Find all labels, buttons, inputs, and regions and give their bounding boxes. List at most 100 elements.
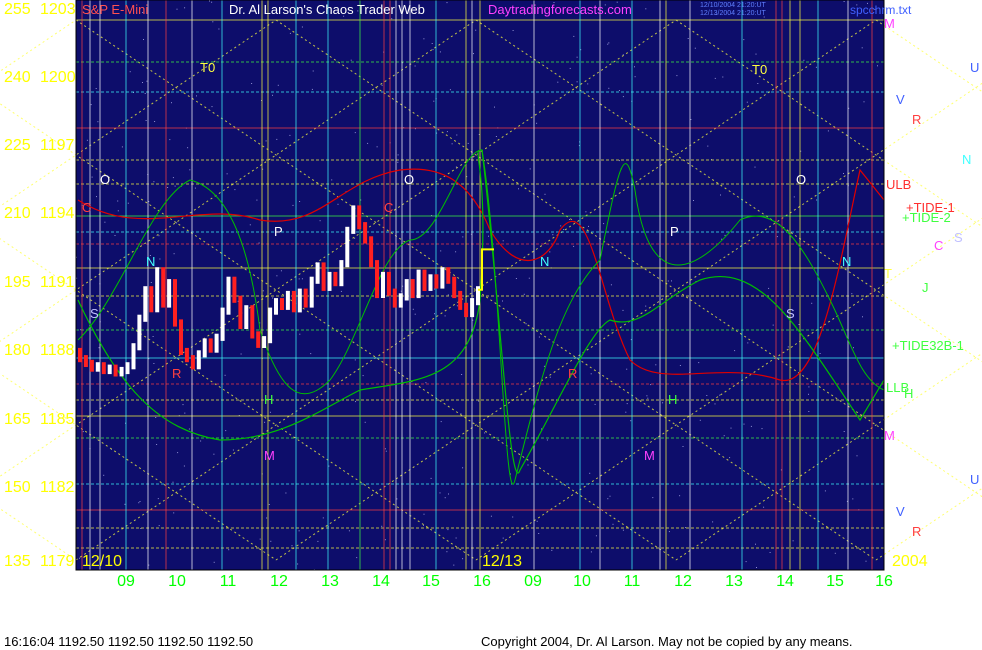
price-bar xyxy=(458,290,463,310)
price-bar xyxy=(297,288,302,313)
star-dot xyxy=(276,275,278,277)
star-dot xyxy=(262,290,264,292)
price-bar xyxy=(161,267,166,308)
y-tick-left: 135 xyxy=(4,553,31,570)
price-bar xyxy=(280,298,284,310)
star-dot xyxy=(573,35,575,37)
stamp-line2: 12/13/2004 21:20:UT xyxy=(700,10,766,17)
star-dot xyxy=(423,513,425,515)
star-dot xyxy=(714,77,716,79)
y-tick-price: 1185 xyxy=(40,411,75,428)
star-dot xyxy=(549,376,551,378)
star-dot xyxy=(169,139,171,141)
star-dot xyxy=(573,245,575,247)
star-dot xyxy=(523,293,525,295)
star-dot xyxy=(707,145,709,147)
star-dot xyxy=(272,94,273,96)
star-dot xyxy=(114,235,116,236)
star-dot xyxy=(811,302,813,304)
star-dot xyxy=(266,517,268,519)
star-dot xyxy=(595,535,597,537)
star-dot xyxy=(158,525,160,527)
y-tick-price: 1182 xyxy=(40,479,75,496)
header-right: spcchrm.txt xyxy=(850,3,912,17)
star-dot xyxy=(626,368,628,370)
star-dot xyxy=(544,193,546,195)
star-dot xyxy=(630,420,632,422)
price-bar xyxy=(244,305,249,329)
star-dot xyxy=(609,495,611,497)
star-dot xyxy=(647,397,649,399)
y-tick-left: 180 xyxy=(4,342,31,359)
star-dot xyxy=(90,104,92,106)
star-dot xyxy=(211,1,213,3)
star-dot xyxy=(706,395,708,396)
star-dot xyxy=(557,81,559,83)
star-dot xyxy=(750,425,752,427)
letter-mark: M xyxy=(884,16,895,31)
star-dot xyxy=(768,287,770,289)
star-dot xyxy=(856,455,858,457)
star-dot xyxy=(95,88,97,89)
x-tick-label: 12 xyxy=(270,573,288,590)
x-tick-label: 09 xyxy=(117,573,135,590)
star-dot xyxy=(743,423,745,425)
star-dot xyxy=(354,359,356,361)
y-tick-left: 225 xyxy=(4,137,31,154)
star-dot xyxy=(391,18,393,20)
star-dot xyxy=(97,121,99,123)
star-dot xyxy=(815,66,817,68)
star-dot xyxy=(152,336,154,337)
star-dot xyxy=(473,53,474,55)
star-dot xyxy=(224,374,226,376)
star-dot xyxy=(350,59,352,61)
star-dot xyxy=(127,202,129,204)
star-dot xyxy=(272,297,274,299)
star-dot xyxy=(153,363,155,364)
star-dot xyxy=(301,26,303,28)
star-dot xyxy=(719,394,721,396)
star-dot xyxy=(671,280,672,282)
star-dot xyxy=(667,280,669,282)
star-dot xyxy=(618,90,620,91)
letter-mark: R xyxy=(172,366,181,381)
star-dot xyxy=(827,130,829,132)
star-dot xyxy=(484,432,486,434)
star-dot xyxy=(189,169,191,171)
star-dot xyxy=(588,225,589,227)
star-dot xyxy=(528,277,530,279)
star-dot xyxy=(212,21,214,23)
star-dot xyxy=(456,134,458,136)
star-dot xyxy=(117,210,119,212)
star-dot xyxy=(461,374,463,375)
x-tick-label: 10 xyxy=(573,573,591,590)
star-dot xyxy=(712,521,714,523)
star-dot xyxy=(356,557,358,559)
star-dot xyxy=(527,464,529,466)
letter-mark: C xyxy=(384,200,393,215)
letter-mark: R xyxy=(912,112,921,127)
star-dot xyxy=(843,431,845,432)
star-dot xyxy=(82,431,84,433)
price-bar xyxy=(285,290,290,310)
star-dot xyxy=(618,160,620,162)
star-dot xyxy=(512,30,514,31)
star-dot xyxy=(569,67,571,69)
letter-mark: P xyxy=(670,224,679,239)
star-dot xyxy=(862,316,863,318)
y-tick-price: 1200 xyxy=(40,69,76,86)
letter-mark: P xyxy=(942,386,951,401)
star-dot xyxy=(808,393,809,395)
letter-mark: S xyxy=(786,306,795,321)
star-dot xyxy=(490,515,492,517)
star-dot xyxy=(590,373,592,375)
star-dot xyxy=(668,531,670,533)
star-dot xyxy=(376,146,378,148)
star-dot xyxy=(634,76,636,78)
star-dot xyxy=(317,540,319,542)
star-dot xyxy=(509,159,511,160)
star-dot xyxy=(745,561,747,563)
x-tick-label: 15 xyxy=(826,573,844,590)
price-bar xyxy=(321,262,326,291)
star-dot xyxy=(824,490,826,492)
